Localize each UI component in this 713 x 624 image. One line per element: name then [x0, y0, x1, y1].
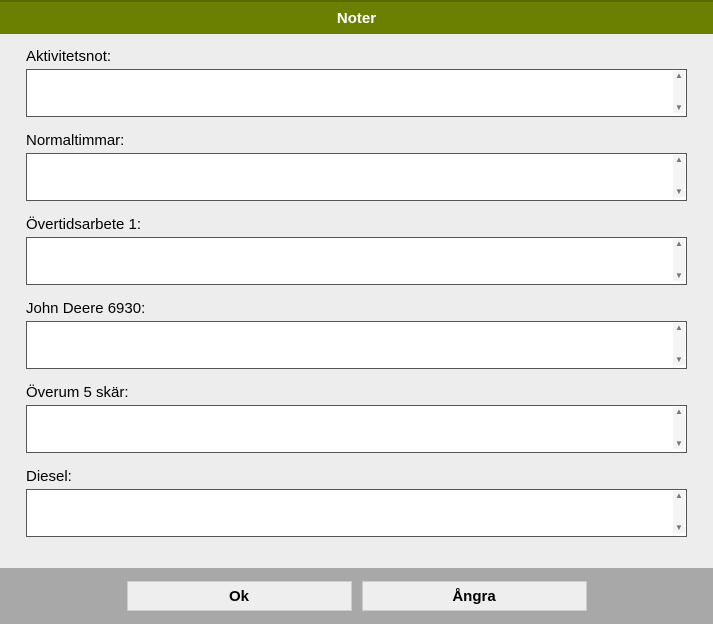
input-wrap-john-deere-6930: ▲▼ [26, 321, 687, 372]
field-overum-5-skar: Överum 5 skär: ▲▼ [26, 384, 687, 456]
input-overtime-1[interactable] [26, 237, 687, 285]
label-overum-5-skar: Överum 5 skär: [26, 384, 687, 401]
label-overtime-1: Övertidsarbete 1: [26, 216, 687, 233]
input-activity-note[interactable] [26, 69, 687, 117]
field-activity-note: Aktivitetsnot: ▲▼ [26, 48, 687, 120]
label-diesel: Diesel: [26, 468, 687, 485]
input-overum-5-skar[interactable] [26, 405, 687, 453]
input-wrap-normal-hours: ▲▼ [26, 153, 687, 204]
input-john-deere-6930[interactable] [26, 321, 687, 369]
dialog-footer: Ok Ångra [0, 568, 713, 624]
label-activity-note: Aktivitetsnot: [26, 48, 687, 65]
input-normal-hours[interactable] [26, 153, 687, 201]
input-diesel[interactable] [26, 489, 687, 537]
input-wrap-overtime-1: ▲▼ [26, 237, 687, 288]
dialog-title: Noter [0, 0, 713, 34]
cancel-button[interactable]: Ångra [362, 581, 587, 611]
field-normal-hours: Normaltimmar: ▲▼ [26, 132, 687, 204]
label-john-deere-6930: John Deere 6930: [26, 300, 687, 317]
ok-button[interactable]: Ok [127, 581, 352, 611]
field-john-deere-6930: John Deere 6930: ▲▼ [26, 300, 687, 372]
input-wrap-activity-note: ▲▼ [26, 69, 687, 120]
field-overtime-1: Övertidsarbete 1: ▲▼ [26, 216, 687, 288]
notes-content: Aktivitetsnot: ▲▼ Normaltimmar: ▲▼ Övert… [0, 34, 713, 568]
label-normal-hours: Normaltimmar: [26, 132, 687, 149]
input-wrap-overum-5-skar: ▲▼ [26, 405, 687, 456]
notes-dialog: Noter Aktivitetsnot: ▲▼ Normaltimmar: ▲▼… [0, 0, 713, 624]
input-wrap-diesel: ▲▼ [26, 489, 687, 540]
field-diesel: Diesel: ▲▼ [26, 468, 687, 540]
